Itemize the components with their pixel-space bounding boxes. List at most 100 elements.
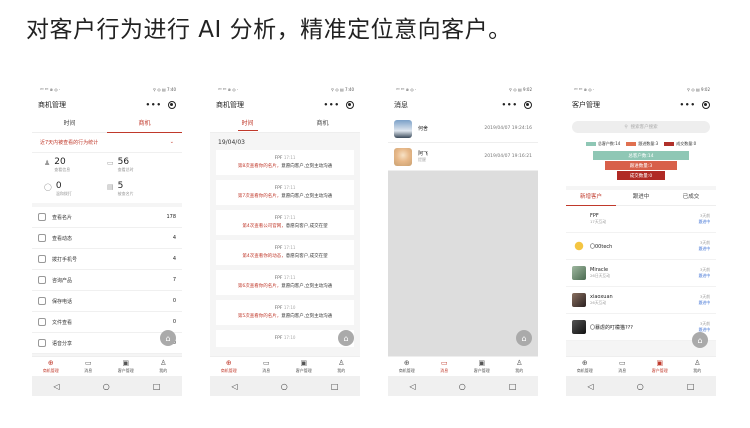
back-icon[interactable]: ◁: [410, 382, 416, 391]
behavior-stats-link[interactable]: 近7天内被查看的行为统计 ⌄: [32, 133, 182, 153]
status-clock: ⚲ ◎ ▤ 7:40: [331, 87, 354, 92]
list-item[interactable]: 保存电话 0: [32, 291, 182, 312]
tab-business[interactable]: 商机: [107, 115, 182, 133]
customer-row[interactable]: Miracle 26日天互动 3天前 跟进中: [566, 260, 716, 287]
tab-business-mgmt[interactable]: ⊕ 商机管理: [32, 357, 70, 376]
customer-last-seen: 3天前: [699, 213, 710, 218]
tab-messages[interactable]: ▭ 消息: [426, 357, 464, 376]
message-row[interactable]: 阿飞 提醒 2019/04/07 19:16:21: [388, 143, 538, 171]
avatar: [394, 119, 412, 138]
tab-time[interactable]: 时间: [210, 115, 285, 133]
message-icon: ▭: [618, 359, 626, 367]
tab-customers[interactable]: ▣ 客户管理: [641, 357, 679, 376]
voice-icon: [38, 339, 46, 347]
behavior-list: 查看名片 178 查看动态 4 拨打手机号 4 咨询产品 7 保存电话 0 文件查看 0 语…: [32, 207, 182, 354]
back-icon[interactable]: ◁: [232, 382, 238, 391]
back-icon[interactable]: ◁: [54, 382, 60, 391]
search-input[interactable]: ⚲ 搜索客户搜索: [572, 121, 710, 133]
recents-icon[interactable]: □: [509, 382, 517, 391]
home-fab-icon[interactable]: ⌂: [160, 330, 176, 346]
event-list: FPF 17:11 第8次查看你的名片，意愿向客户,立刻主动沟通 FPF 17:1…: [210, 150, 360, 347]
tab-label: 我的: [337, 368, 346, 373]
event-user: FPF: [274, 306, 283, 311]
mini-program-capsule[interactable]: •••: [680, 101, 710, 109]
event-card[interactable]: FPF 17:10 第5次查看你的名片，意愿向客户,立刻主动沟通: [216, 300, 354, 325]
more-icon[interactable]: •••: [680, 101, 696, 109]
home-icon[interactable]: ○: [459, 382, 466, 391]
event-card[interactable]: FPF 17:11 第4次查看你的动态，意愿向客户,成交在望: [216, 240, 354, 265]
event-card[interactable]: FPF 17:11 第7次查看你的名片，意愿向客户,立刻主动沟通: [216, 180, 354, 205]
recents-icon[interactable]: □: [687, 382, 695, 391]
home-icon[interactable]: ○: [103, 382, 110, 391]
close-target-icon[interactable]: [168, 101, 176, 109]
message-row[interactable]: 何舍 2019/04/07 19:24:16: [388, 115, 538, 143]
mini-program-capsule[interactable]: •••: [324, 101, 354, 109]
tab-following[interactable]: 跟进中: [616, 190, 666, 206]
close-target-icon[interactable]: [524, 101, 532, 109]
stat-value: 0: [55, 181, 62, 191]
tab-new-customers[interactable]: 新增客户: [566, 190, 616, 206]
list-item[interactable]: 拨打手机号 4: [32, 249, 182, 270]
tab-mine[interactable]: ♙ 我的: [679, 357, 717, 376]
tab-messages[interactable]: ▭ 消息: [604, 357, 642, 376]
close-target-icon[interactable]: [346, 101, 354, 109]
tab-label: 客户管理: [473, 368, 490, 373]
tab-messages[interactable]: ▭ 消息: [70, 357, 108, 376]
close-target-icon[interactable]: [702, 101, 710, 109]
row-label: 咨询产品: [52, 277, 73, 284]
event-time: 17:10: [283, 305, 296, 310]
tab-mine[interactable]: ♙ 我的: [323, 357, 361, 376]
recents-icon[interactable]: □: [153, 382, 161, 391]
home-fab-icon[interactable]: ⌂: [516, 330, 532, 346]
home-icon[interactable]: ○: [637, 382, 644, 391]
tab-customers[interactable]: ▣ 客户管理: [107, 357, 145, 376]
status-signal: ⁴ᴳ ⁴ᴳ ⊗ ◎ ·: [40, 87, 61, 92]
system-nav-bar: ◁ ○ □: [566, 376, 716, 396]
status-clock: ⚲ ◎ ▤ 9:02: [509, 87, 532, 92]
funnel-stage-closed: 成交数量:0: [617, 171, 665, 180]
tab-messages[interactable]: ▭ 消息: [248, 357, 286, 376]
stat-item: ▭ 56 查看总时: [107, 157, 170, 173]
tab-time[interactable]: 时间: [32, 115, 107, 133]
list-item[interactable]: 查看动态 4: [32, 228, 182, 249]
customer-row[interactable]: xiaoxuan 26天互动 3天前 跟进中: [566, 287, 716, 314]
tab-mine[interactable]: ♙ 我的: [145, 357, 183, 376]
tab-business-mgmt[interactable]: ⊕ 商机管理: [566, 357, 604, 376]
tab-closed[interactable]: 已成交: [666, 190, 716, 206]
tab-customers[interactable]: ▣ 客户管理: [285, 357, 323, 376]
home-icon[interactable]: ○: [281, 382, 288, 391]
event-card[interactable]: FPF 17:11 第8次查看你的名片，意愿向客户,立刻主动沟通: [216, 150, 354, 175]
customer-row[interactable]: 〇00tech 3天前 跟进中: [566, 233, 716, 260]
mini-program-capsule[interactable]: •••: [146, 101, 176, 109]
recents-icon[interactable]: □: [331, 382, 339, 391]
home-fab-icon[interactable]: ⌂: [338, 330, 354, 346]
message-icon: ▭: [440, 359, 448, 367]
tab-customers[interactable]: ▣ 客户管理: [463, 357, 501, 376]
more-icon[interactable]: •••: [324, 101, 340, 109]
list-item[interactable]: 咨询产品 7: [32, 270, 182, 291]
row-label: 查看名片: [52, 214, 73, 221]
mini-program-capsule[interactable]: •••: [502, 101, 532, 109]
event-card[interactable]: FPF 17:11 第6次查看你的名片，意愿向客户,立刻主动沟通: [216, 270, 354, 295]
tab-business-mgmt[interactable]: ⊕ 商机管理: [210, 357, 248, 376]
event-card[interactable]: FPF 17:11 第4次查看公司官网，意愿向客户,成交在望: [216, 210, 354, 235]
customer-status: 跟进中: [698, 219, 710, 224]
more-icon[interactable]: •••: [146, 101, 162, 109]
more-icon[interactable]: •••: [502, 101, 518, 109]
tab-mine[interactable]: ♙ 我的: [501, 357, 539, 376]
chevron-down-icon: ⌄: [169, 139, 174, 145]
list-item[interactable]: 查看名片 178: [32, 207, 182, 228]
back-icon[interactable]: ◁: [588, 382, 594, 391]
legend-label: 总客户数:14: [597, 141, 621, 146]
behavior-stats-label: 近7天内被查看的行为统计: [40, 140, 99, 146]
customer-row[interactable]: FPF 17天互动 3天前 跟进中: [566, 206, 716, 233]
avatar: [394, 147, 412, 166]
home-fab-icon[interactable]: ⌂: [692, 332, 708, 348]
system-nav-bar: ◁ ○ □: [388, 376, 538, 396]
event-card[interactable]: FPF 17:10: [216, 330, 354, 347]
title-bar: 商机管理 •••: [32, 95, 182, 115]
tab-business[interactable]: 商机: [285, 115, 360, 133]
event-action: 第4次查看公司官网，: [242, 224, 286, 229]
list-item[interactable]: 文件查看 0: [32, 312, 182, 333]
tab-business-mgmt[interactable]: ⊕ 商机管理: [388, 357, 426, 376]
